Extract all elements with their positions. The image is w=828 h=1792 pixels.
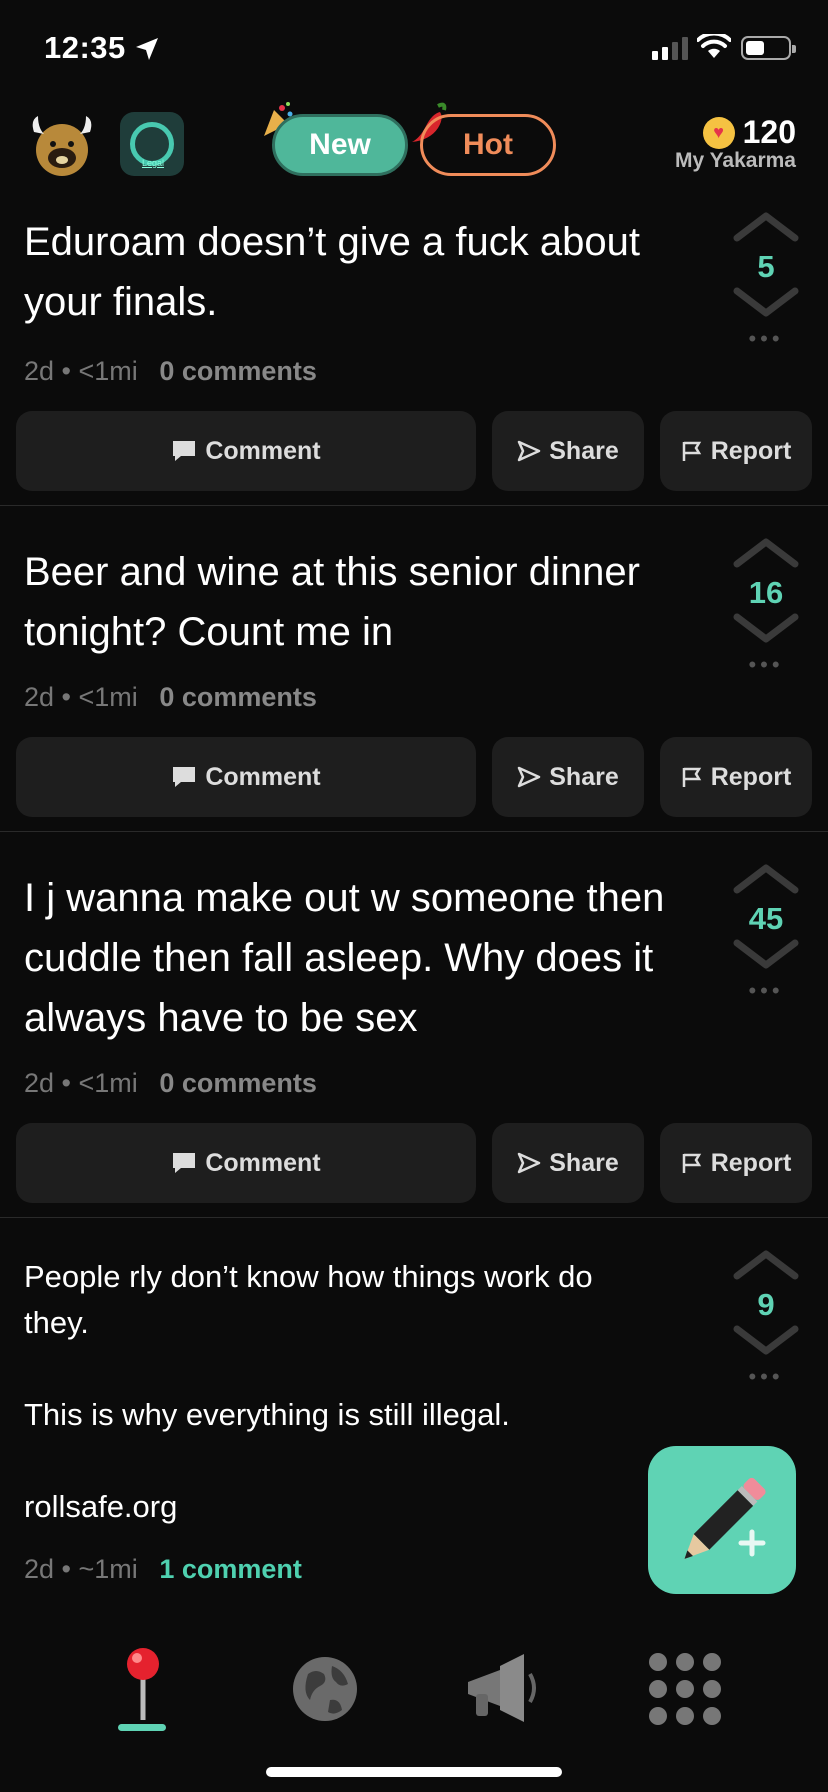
- vote-widget: 45 •••: [730, 860, 802, 1004]
- chevron-down-icon[interactable]: [733, 1323, 799, 1359]
- vote-count: 16: [748, 575, 784, 610]
- post: Beer and wine at this senior dinner toni…: [0, 506, 828, 832]
- comment-button[interactable]: Comment: [16, 737, 476, 817]
- post-actions: Comment Share Report: [16, 1123, 812, 1203]
- globe-icon[interactable]: [280, 1644, 370, 1734]
- status-bar: 12:35: [0, 0, 828, 100]
- share-label: Share: [549, 436, 619, 465]
- comment-label: Comment: [205, 762, 321, 791]
- comment-bubble-icon: [173, 441, 196, 461]
- chevron-up-icon[interactable]: [733, 860, 799, 896]
- more-dots-icon[interactable]: •••: [730, 978, 802, 1004]
- vote-widget: 16 •••: [730, 534, 802, 678]
- vote-count: 45: [748, 901, 784, 936]
- comment-button[interactable]: Comment: [16, 1123, 476, 1203]
- vote-count: 5: [757, 249, 775, 284]
- post-age: 2d: [24, 682, 55, 712]
- post-distance: <1mi: [78, 356, 138, 386]
- yakarma[interactable]: ♥ 120 My Yakarma: [675, 114, 796, 173]
- post-actions: Comment Share Report: [16, 411, 812, 491]
- vote-widget: 9 •••: [730, 1246, 802, 1390]
- report-label: Report: [710, 762, 792, 791]
- share-button[interactable]: Share: [492, 1123, 644, 1203]
- post-text: Beer and wine at this senior dinner toni…: [24, 550, 640, 654]
- post-link[interactable]: rollsafe.org: [24, 1484, 704, 1530]
- report-label: Report: [710, 1148, 792, 1177]
- wifi-icon: [697, 34, 731, 58]
- comment-label: Comment: [205, 436, 321, 465]
- share-label: Share: [549, 762, 619, 791]
- school-avatar[interactable]: Legal: [120, 112, 184, 176]
- post-meta: 2d • <1mi 0 comments: [24, 1068, 317, 1098]
- active-tab-indicator: [118, 1724, 166, 1731]
- post-comment-count[interactable]: 0 comments: [159, 682, 317, 712]
- more-dots-icon[interactable]: •••: [730, 326, 802, 352]
- post-meta: 2d • ~1mi 1 comment: [24, 1554, 302, 1584]
- post-comment-count[interactable]: 0 comments: [159, 1068, 317, 1098]
- compose-button[interactable]: [648, 1446, 796, 1594]
- share-button[interactable]: Share: [492, 411, 644, 491]
- post-text: People rly don’t know how things work do…: [24, 1259, 593, 1340]
- home-indicator[interactable]: [266, 1767, 562, 1777]
- post-actions: Comment Share Report: [16, 737, 812, 817]
- status-time: 12:35: [44, 30, 126, 65]
- post-age: 2d: [24, 356, 55, 386]
- tab-new[interactable]: New: [272, 114, 408, 176]
- pencil-icon: [684, 1477, 766, 1559]
- comment-bubble-icon: [173, 767, 196, 787]
- comment-button[interactable]: Comment: [16, 411, 476, 491]
- pin-icon[interactable]: [98, 1644, 188, 1734]
- post-distance: ~1mi: [78, 1554, 138, 1584]
- post: Eduroam doesn’t give a fuck about your f…: [0, 200, 828, 506]
- flag-icon: [682, 767, 701, 787]
- chevron-up-icon[interactable]: [733, 534, 799, 570]
- vote-count: 9: [757, 1287, 775, 1322]
- heart-coin-icon: ♥: [702, 116, 735, 149]
- report-button[interactable]: Report: [660, 1123, 812, 1203]
- share-arrow-icon: [518, 766, 541, 788]
- report-button[interactable]: Report: [660, 737, 812, 817]
- more-dots-icon[interactable]: •••: [730, 652, 802, 678]
- bottom-nav: [0, 1624, 828, 1792]
- post-comment-count[interactable]: 1 comment: [159, 1554, 302, 1584]
- post-text: I j wanna make out w someone then cuddle…: [24, 876, 665, 1040]
- signal-icon: [652, 36, 688, 60]
- chevron-up-icon[interactable]: [733, 1246, 799, 1282]
- post-comment-count[interactable]: 0 comments: [159, 356, 317, 386]
- yak-avatar[interactable]: [28, 112, 96, 180]
- post-text: This is why everything is still illegal.: [24, 1397, 510, 1432]
- comment-bubble-icon: [173, 1153, 196, 1173]
- location-arrow-icon: [136, 38, 158, 60]
- share-arrow-icon: [518, 440, 541, 462]
- post-text: Eduroam doesn’t give a fuck about your f…: [24, 220, 640, 324]
- chevron-up-icon[interactable]: [733, 208, 799, 244]
- post-meta: 2d • <1mi 0 comments: [24, 356, 317, 386]
- post-age: 2d: [24, 1554, 55, 1584]
- post-distance: <1mi: [78, 682, 138, 712]
- battery-icon: [741, 36, 796, 60]
- post: I j wanna make out w someone then cuddle…: [0, 832, 828, 1218]
- yakarma-score: 120: [742, 114, 796, 150]
- tab-hot[interactable]: Hot: [420, 114, 556, 176]
- chevron-down-icon[interactable]: [733, 611, 799, 647]
- flag-icon: [682, 1153, 701, 1173]
- post-distance: <1mi: [78, 1068, 138, 1098]
- yakarma-label: My Yakarma: [674, 149, 796, 172]
- chevron-down-icon[interactable]: [733, 937, 799, 973]
- chevron-down-icon[interactable]: [733, 285, 799, 321]
- more-dots-icon[interactable]: •••: [730, 1364, 802, 1390]
- post-age: 2d: [24, 1068, 55, 1098]
- comment-label: Comment: [205, 1148, 321, 1177]
- megaphone-icon[interactable]: [454, 1644, 544, 1734]
- grid-icon[interactable]: [640, 1644, 730, 1734]
- share-label: Share: [549, 1148, 619, 1177]
- report-label: Report: [710, 436, 792, 465]
- share-button[interactable]: Share: [492, 737, 644, 817]
- share-arrow-icon: [518, 1152, 541, 1174]
- post-meta: 2d • <1mi 0 comments: [24, 682, 317, 712]
- report-button[interactable]: Report: [660, 411, 812, 491]
- header: Legal New Hot ♥ 120 My Yakarma: [0, 100, 828, 200]
- flag-icon: [682, 441, 701, 461]
- vote-widget: 5 •••: [730, 208, 802, 352]
